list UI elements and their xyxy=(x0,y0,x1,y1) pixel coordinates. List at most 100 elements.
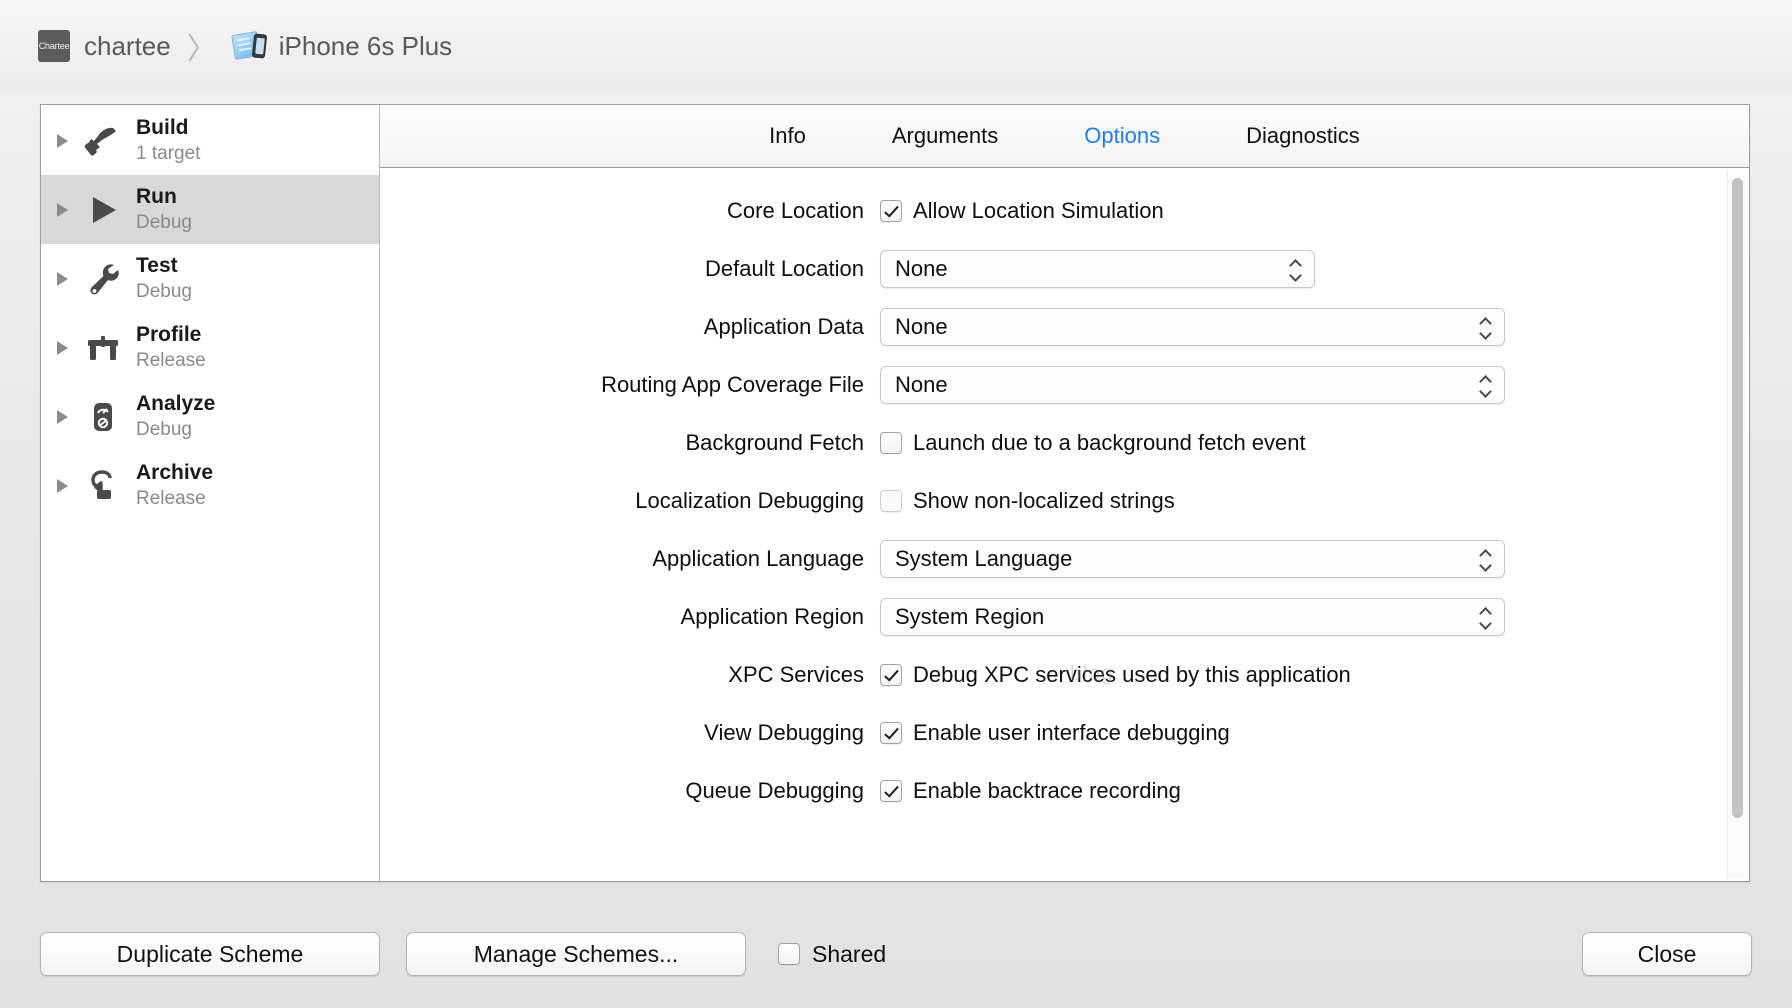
xpc-services-checkbox-label: Debug XPC services used by this applicat… xyxy=(913,662,1351,687)
bottom-button-bar: Duplicate Scheme Manage Schemes... Share… xyxy=(0,900,1792,1008)
row-application-data: Application Data None xyxy=(380,298,1727,356)
tab-options[interactable]: Options xyxy=(1076,119,1168,153)
default-location-select[interactable]: None xyxy=(880,250,1315,288)
app-icon: Chartee xyxy=(38,30,70,62)
breadcrumb-destination[interactable]: iPhone 6s Plus xyxy=(279,31,452,62)
routing-app-coverage-select[interactable]: None xyxy=(880,366,1505,404)
manage-schemes-button[interactable]: Manage Schemes... xyxy=(406,932,746,976)
tab-diagnostics[interactable]: Diagnostics xyxy=(1238,119,1368,153)
sidebar-item-title: Archive xyxy=(136,460,214,484)
sidebar-item-title: Build xyxy=(136,115,189,139)
row-default-location: Default Location None xyxy=(380,240,1727,298)
sidebar-item-title: Test xyxy=(136,253,178,277)
caliper-icon xyxy=(82,327,124,369)
shared-checkbox-group: Shared xyxy=(778,941,886,968)
row-view-debugging: View Debugging Enable user interface deb… xyxy=(380,704,1727,762)
application-region-value: System Region xyxy=(895,604,1045,629)
disclosure-triangle-icon[interactable] xyxy=(57,271,68,286)
application-region-label: Application Region xyxy=(680,604,864,629)
sidebar-item-subtitle: Release xyxy=(136,349,206,371)
default-location-value: None xyxy=(895,256,948,281)
chevron-updown-icon[interactable] xyxy=(1474,602,1496,632)
tab-bar: Info Arguments Options Diagnostics xyxy=(380,105,1749,168)
breadcrumb-separator-icon: 〉 xyxy=(186,33,217,66)
application-data-label: Application Data xyxy=(703,314,864,339)
sidebar-item-analyze[interactable]: Analyze Debug xyxy=(41,382,379,451)
chevron-updown-icon[interactable] xyxy=(1474,312,1496,342)
wrench-icon xyxy=(82,258,124,300)
shared-label: Shared xyxy=(812,940,887,967)
row-localization-debugging: Localization Debugging Show non-localize… xyxy=(380,472,1727,530)
row-routing-app-coverage: Routing App Coverage File None xyxy=(380,356,1727,414)
background-fetch-checkbox[interactable] xyxy=(880,432,902,454)
scheme-editor-panel: Build 1 target Run Debug Test Debug Prof… xyxy=(40,104,1750,882)
breadcrumb: Chartee chartee 〉 iPhone 6s Plus xyxy=(38,24,452,68)
row-queue-debugging: Queue Debugging Enable backtrace recordi… xyxy=(380,762,1727,820)
queue-debugging-label: Queue Debugging xyxy=(685,778,864,803)
row-background-fetch: Background Fetch Launch due to a backgro… xyxy=(380,414,1727,472)
row-core-location: Core Location Allow Location Simulation xyxy=(380,182,1727,240)
application-language-label: Application Language xyxy=(652,546,864,571)
routing-app-coverage-value: None xyxy=(895,372,948,397)
close-button[interactable]: Close xyxy=(1582,932,1752,976)
gauge-icon xyxy=(82,396,124,438)
sidebar-item-subtitle: Debug xyxy=(136,280,192,302)
disclosure-triangle-icon[interactable] xyxy=(57,409,68,424)
background-fetch-label: Background Fetch xyxy=(685,430,864,455)
disclosure-triangle-icon[interactable] xyxy=(57,202,68,217)
disclosure-triangle-icon[interactable] xyxy=(57,340,68,355)
allow-location-simulation-label: Allow Location Simulation xyxy=(913,198,1164,223)
sidebar-item-build[interactable]: Build 1 target xyxy=(41,106,379,175)
options-scroll-area: Core Location Allow Location Simulation … xyxy=(380,168,1727,881)
default-location-label: Default Location xyxy=(705,256,864,281)
xpc-services-checkbox[interactable] xyxy=(880,664,902,686)
row-xpc-services: XPC Services Debug XPC services used by … xyxy=(380,646,1727,704)
sidebar-item-title: Run xyxy=(136,184,177,208)
disclosure-triangle-icon[interactable] xyxy=(57,478,68,493)
options-scrollbar[interactable] xyxy=(1727,170,1746,879)
chevron-updown-icon[interactable] xyxy=(1474,370,1496,400)
allow-location-simulation-checkbox[interactable] xyxy=(880,200,902,222)
localization-debugging-label: Localization Debugging xyxy=(635,488,864,513)
view-debugging-label: View Debugging xyxy=(704,720,864,745)
breadcrumb-project[interactable]: chartee xyxy=(84,31,171,62)
sidebar-item-subtitle: Release xyxy=(136,487,206,509)
row-application-language: Application Language System Language xyxy=(380,530,1727,588)
sidebar-item-subtitle: Debug xyxy=(136,211,192,233)
queue-debugging-checkbox[interactable] xyxy=(880,780,902,802)
tab-arguments[interactable]: Arguments xyxy=(884,119,1006,153)
localization-debugging-checkbox-label: Show non-localized strings xyxy=(913,488,1175,513)
titlebar: Chartee chartee 〉 iPhone 6s Plus xyxy=(0,0,1792,92)
sidebar-item-run[interactable]: Run Debug xyxy=(41,175,379,244)
view-debugging-checkbox[interactable] xyxy=(880,722,902,744)
application-language-value: System Language xyxy=(895,546,1073,571)
application-data-select[interactable]: None xyxy=(880,308,1505,346)
hammer-icon xyxy=(82,120,124,162)
core-location-label: Core Location xyxy=(727,198,864,223)
chevron-updown-icon[interactable] xyxy=(1284,254,1306,284)
chevron-updown-icon[interactable] xyxy=(1474,544,1496,574)
queue-debugging-checkbox-label: Enable backtrace recording xyxy=(913,778,1181,803)
application-language-select[interactable]: System Language xyxy=(880,540,1505,578)
tab-info[interactable]: Info xyxy=(761,119,814,153)
sidebar-item-archive[interactable]: Archive Release xyxy=(41,451,379,520)
application-data-value: None xyxy=(895,314,948,339)
sidebar-item-profile[interactable]: Profile Release xyxy=(41,313,379,382)
sidebar-item-title: Profile xyxy=(136,322,202,346)
xpc-services-label: XPC Services xyxy=(728,662,864,687)
localization-debugging-checkbox[interactable] xyxy=(880,490,902,512)
scrollbar-thumb[interactable] xyxy=(1732,178,1743,818)
application-region-select[interactable]: System Region xyxy=(880,598,1505,636)
simulator-device-icon xyxy=(230,31,267,61)
shared-checkbox[interactable] xyxy=(778,943,800,965)
scheme-actions-sidebar: Build 1 target Run Debug Test Debug Prof… xyxy=(41,105,380,881)
duplicate-scheme-button[interactable]: Duplicate Scheme xyxy=(40,932,380,976)
background-fetch-checkbox-label: Launch due to a background fetch event xyxy=(913,430,1306,455)
routing-app-coverage-label: Routing App Coverage File xyxy=(601,372,864,397)
view-debugging-checkbox-label: Enable user interface debugging xyxy=(913,720,1230,745)
disclosure-triangle-icon[interactable] xyxy=(57,133,68,148)
scheme-detail-content: Info Arguments Options Diagnostics Core … xyxy=(380,105,1749,881)
row-application-region: Application Region System Region xyxy=(380,588,1727,646)
sidebar-item-test[interactable]: Test Debug xyxy=(41,244,379,313)
options-form: Core Location Allow Location Simulation … xyxy=(380,168,1749,881)
